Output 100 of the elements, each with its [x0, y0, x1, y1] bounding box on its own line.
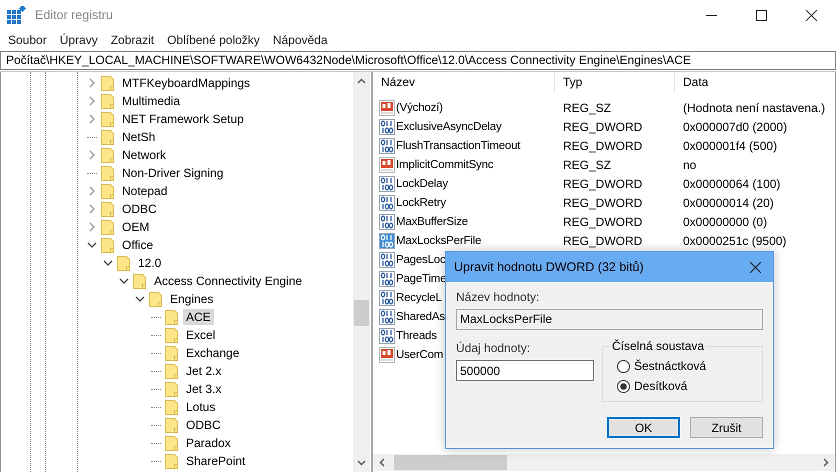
folder-icon: [165, 399, 179, 415]
value-data: 0x000001f4 (500): [682, 138, 778, 152]
scroll-right-icon[interactable]: [823, 458, 829, 467]
dialog-button[interactable]: OK: [607, 417, 680, 438]
folder-icon: [101, 183, 115, 199]
folder-icon: [165, 327, 179, 343]
value-type: REG_DWORD: [562, 120, 644, 134]
tree-item[interactable]: Jet 3.x: [183, 381, 224, 397]
value-name[interactable]: ImplicitCommitSync: [396, 158, 494, 170]
collapsed-chevron-icon[interactable]: [87, 186, 97, 196]
horizontal-scrollbar[interactable]: [373, 454, 835, 471]
column-header[interactable]: Typ: [555, 72, 675, 93]
value-type: REG_SZ: [562, 158, 612, 172]
value-name[interactable]: FlushTransactionTimeout: [396, 140, 520, 152]
value-name[interactable]: UserCom: [396, 348, 444, 360]
collapsed-chevron-icon[interactable]: [87, 114, 97, 124]
folder-icon: [165, 381, 179, 397]
menu-item[interactable]: Úpravy: [54, 33, 103, 47]
value-name[interactable]: Threads: [396, 330, 437, 342]
value-name[interactable]: (Výchozí): [396, 102, 443, 114]
vertical-scrollbar[interactable]: [353, 72, 370, 472]
radio-button[interactable]: [617, 360, 630, 372]
collapsed-chevron-icon[interactable]: [87, 150, 97, 160]
value-name[interactable]: PageTime: [396, 272, 446, 284]
tree-item[interactable]: Access Connectivity Engine: [151, 273, 306, 289]
value-name[interactable]: RecycleL: [396, 292, 442, 304]
value-type: REG_DWORD: [562, 138, 644, 152]
menu-item[interactable]: Oblíbené položky: [162, 33, 265, 47]
dialog-button[interactable]: Zrušit: [690, 417, 763, 438]
menu-item[interactable]: Nápověda: [268, 33, 333, 47]
tree-item[interactable]: Multimedia: [119, 93, 184, 109]
tree-item[interactable]: NET Framework Setup: [119, 111, 247, 127]
menu-item[interactable]: Zobrazit: [106, 33, 160, 47]
tree-item[interactable]: Exchange: [183, 345, 242, 361]
scroll-up-icon[interactable]: [357, 78, 366, 84]
value-name[interactable]: ExclusiveAsyncDelay: [396, 120, 502, 132]
expanded-chevron-icon[interactable]: [135, 294, 145, 304]
value-name[interactable]: MaxLocksPerFile: [396, 234, 482, 246]
scroll-thumb[interactable]: [354, 300, 369, 326]
value-name[interactable]: PagesLoc: [396, 254, 446, 266]
menu-item[interactable]: Soubor: [3, 33, 52, 47]
close-icon[interactable]: [750, 262, 761, 272]
folder-icon: [165, 345, 179, 361]
collapsed-chevron-icon[interactable]: [87, 222, 97, 232]
value-type: REG_DWORD: [562, 214, 644, 228]
radio-button[interactable]: [617, 380, 630, 392]
column-header[interactable]: Název: [373, 72, 555, 93]
tree-item[interactable]: 12.0: [135, 255, 164, 271]
value-name[interactable]: LockRetry: [396, 196, 446, 208]
value-type: REG_DWORD: [562, 176, 644, 190]
value-name[interactable]: LockDelay: [396, 178, 448, 190]
value-name[interactable]: MaxBufferSize: [396, 216, 468, 228]
tree-item[interactable]: Excel: [183, 327, 218, 343]
tree-item[interactable]: Jet 2.x: [183, 363, 224, 379]
folder-icon: [165, 363, 179, 379]
tree-item[interactable]: Non-Driver Signing: [119, 165, 226, 181]
expanded-chevron-icon[interactable]: [87, 240, 97, 250]
tree-item[interactable]: SharePoint: [183, 453, 248, 469]
radio-label[interactable]: Desítková: [634, 379, 688, 393]
collapsed-chevron-icon[interactable]: [87, 96, 97, 106]
folder-icon: [165, 453, 179, 469]
folder-icon: [101, 147, 115, 163]
scroll-down-icon[interactable]: [357, 460, 366, 466]
close-icon[interactable]: [806, 10, 817, 20]
value-data-field[interactable]: 500000: [456, 360, 594, 381]
tree-item[interactable]: Office: [119, 237, 156, 253]
minimize-icon[interactable]: [706, 14, 717, 16]
column-header[interactable]: Data: [675, 72, 835, 93]
expanded-chevron-icon[interactable]: [119, 276, 129, 286]
tree-item[interactable]: ODBC: [183, 417, 224, 433]
folder-icon: [117, 255, 131, 271]
value-type: REG_DWORD: [562, 234, 644, 248]
registry-editor-icon: [7, 6, 27, 24]
value-type: REG_SZ: [562, 100, 612, 114]
folder-icon: [165, 309, 179, 325]
tree-item[interactable]: MTFKeyboardMappings: [119, 75, 254, 91]
value-data: 0x00000064 (100): [682, 176, 782, 190]
maximize-icon[interactable]: [756, 10, 767, 20]
tree-item[interactable]: Engines: [167, 291, 216, 307]
tree-item[interactable]: Paradox: [183, 435, 234, 451]
tree-item[interactable]: ODBC: [119, 201, 160, 217]
tree-item[interactable]: Network: [119, 147, 170, 163]
tree-item[interactable]: Lotus: [183, 399, 218, 415]
tree-item[interactable]: Notepad: [119, 183, 170, 199]
collapsed-chevron-icon[interactable]: [87, 78, 97, 88]
scroll-thumb[interactable]: [394, 455, 507, 470]
folder-icon: [101, 237, 115, 253]
value-data: 0x000007d0 (2000): [682, 120, 788, 134]
scroll-left-icon[interactable]: [379, 458, 385, 467]
dialog-title: Upravit hodnotu DWORD (32 bitů): [454, 260, 644, 274]
value-data: 0x0000251c (9500): [682, 234, 788, 248]
tree-item[interactable]: OEM: [119, 219, 152, 235]
value-name-field[interactable]: MaxLocksPerFile: [456, 309, 763, 330]
radio-label[interactable]: Šestnáctková: [634, 359, 706, 373]
expanded-chevron-icon[interactable]: [103, 258, 113, 268]
tree-item[interactable]: ACE: [183, 309, 214, 325]
address-field[interactable]: Počítač\HKEY_LOCAL_MACHINE\SOFTWARE\WOW6432Node\Microsoft\Office\12.0\Access Connectivity Engine\Engines\ACE: [0, 51, 836, 70]
tree-item[interactable]: NetSh: [119, 129, 158, 145]
collapsed-chevron-icon[interactable]: [87, 204, 97, 214]
value-name[interactable]: SharedAs: [396, 310, 445, 322]
